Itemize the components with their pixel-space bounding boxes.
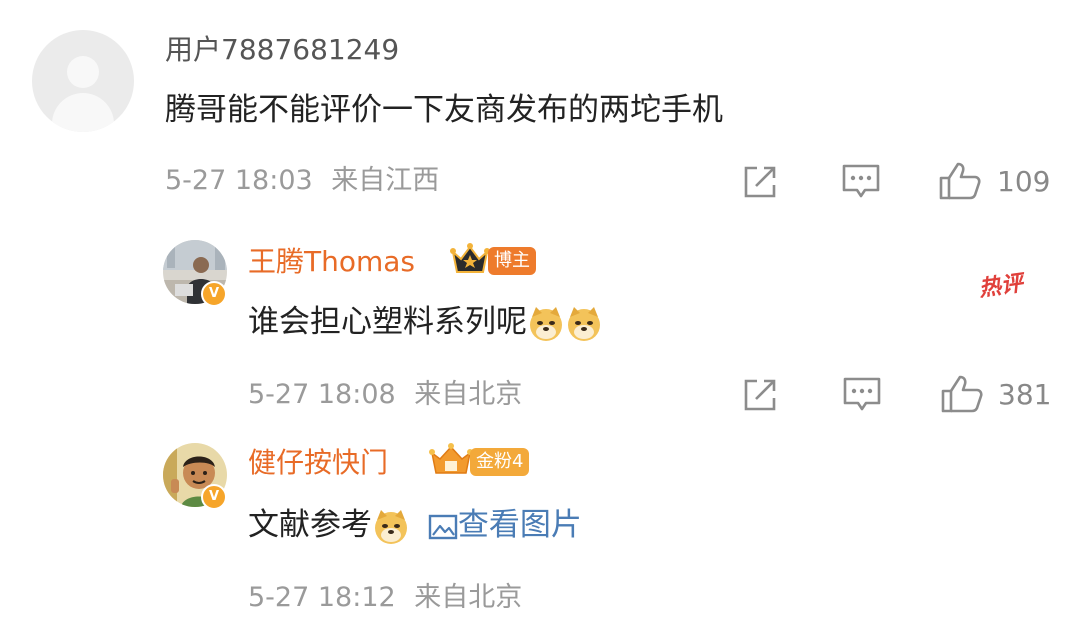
reply1-timestamp: 5-27 18:08 [248,379,396,410]
reply2-meta: 5-27 18:12 来自北京 [248,581,522,615]
share-icon[interactable] [742,377,780,413]
reply1-username[interactable]: 王腾Thomas [248,245,415,279]
crown-icon [450,243,490,273]
view-image-link[interactable]: 查看图片 [428,507,582,543]
thumbs-up-icon[interactable] [938,161,982,201]
comment-location: 来自江西 [331,165,440,196]
reply1-location: 来自北京 [414,379,523,410]
thumbs-up-icon[interactable] [940,374,984,414]
comment-meta: 5-27 18:03 来自江西 [165,164,439,198]
doge-emoji-icon [530,306,562,341]
comment-avatar[interactable] [32,30,134,132]
reply1-content: 谁会担心塑料系列呢 [248,302,603,343]
share-icon[interactable] [742,164,780,200]
reply1-like-count: 381 [998,378,1052,411]
doge-emoji-icon [375,509,407,544]
image-icon [428,514,458,539]
reply2-fan-badge: 金粉4 [470,448,530,476]
comment-icon[interactable] [841,163,881,201]
reply2-verified-badge-icon: V [201,484,227,510]
view-image-label[interactable]: 查看图片 [458,507,582,543]
reply1-role-badge: 博主 [488,247,536,275]
reply1-text: 谁会担心塑料系列呢 [248,304,527,340]
reply1-meta: 5-27 18:08 来自北京 [248,378,522,412]
reply1-verified-badge-icon: V [201,281,227,307]
comment-like-count: 109 [997,165,1051,198]
comment-icon[interactable] [842,376,882,414]
avatar-head-silhouette [67,56,99,88]
reply2-content: 文献参考 查看图片 [248,505,582,546]
doge-emoji-icon [568,306,600,341]
hot-comment-label: 热评 [977,271,1025,302]
reply2-location: 来自北京 [414,582,523,613]
comment-text: 腾哥能不能评价一下友商发布的两坨手机 [165,92,723,128]
comment-username[interactable]: 用户7887681249 [165,33,399,67]
reply2-timestamp: 5-27 18:12 [248,582,396,613]
avatar-body-silhouette [52,93,114,132]
comment-timestamp: 5-27 18:03 [165,165,313,196]
reply2-text: 文献参考 [248,507,372,543]
fan-crown-icon [429,443,473,474]
reply2-username[interactable]: 健仔按快门 [248,446,388,480]
